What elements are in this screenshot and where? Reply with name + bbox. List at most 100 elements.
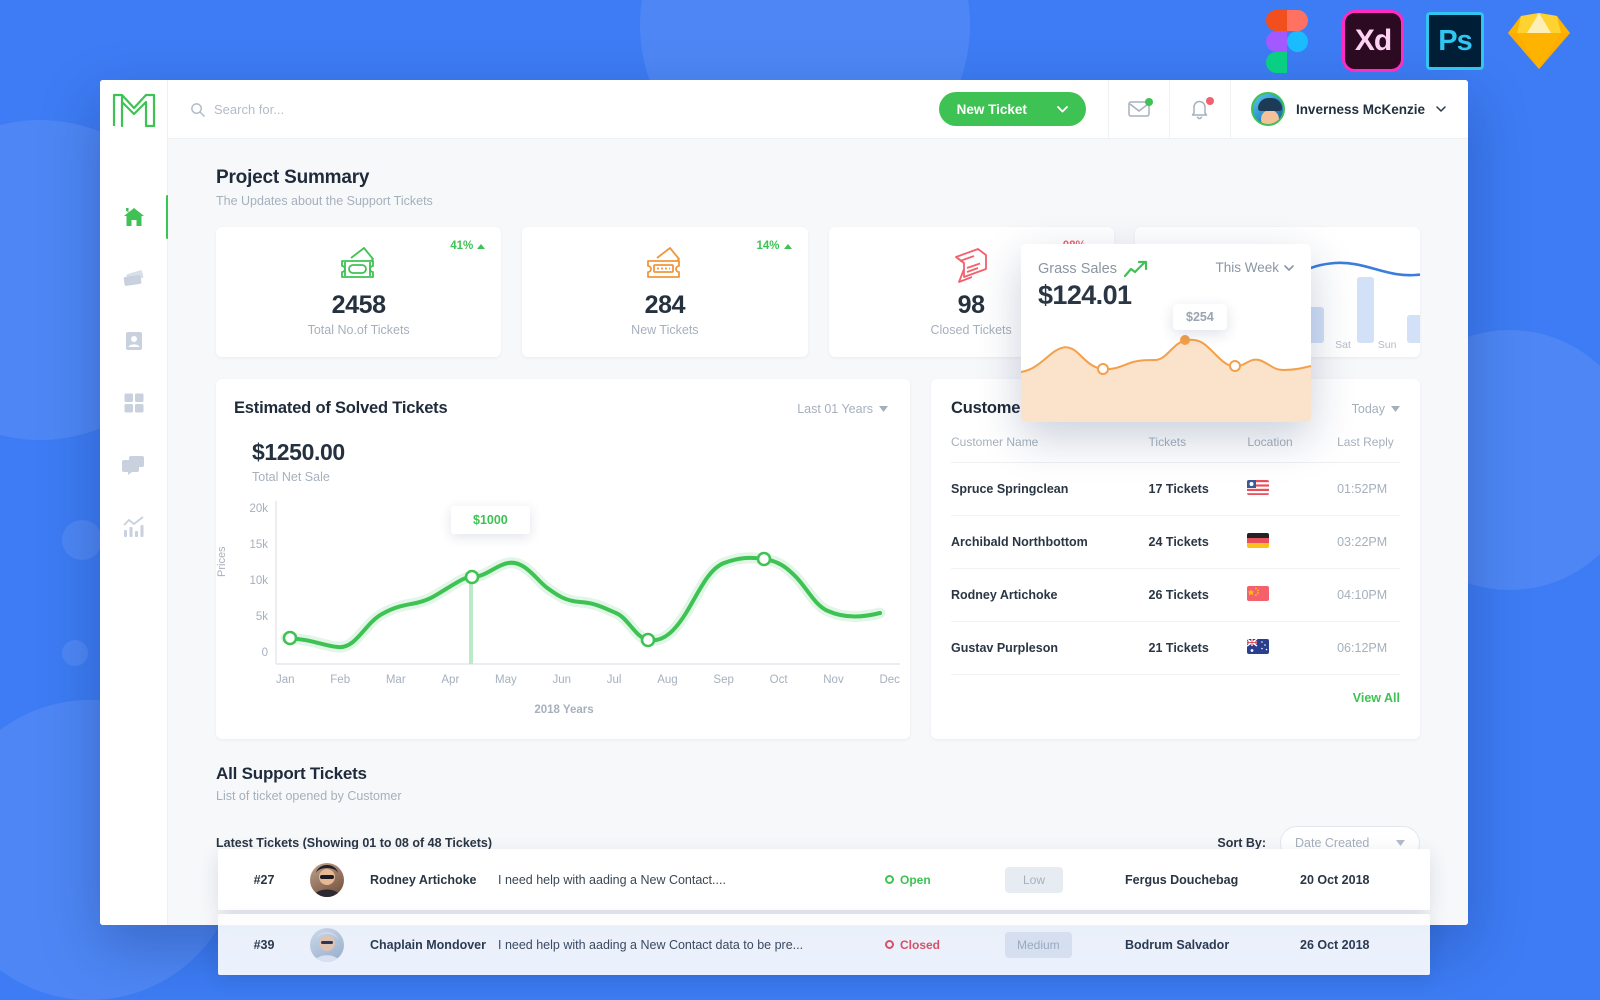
customers-range-dropdown[interactable]: Today (1352, 402, 1400, 416)
sidebar-item-analytics[interactable] (100, 511, 168, 543)
customer-name: Gustav Purpleson (951, 621, 1149, 675)
x-tick: Dec (879, 674, 900, 686)
content: Project Summary The Updates about the Su… (168, 139, 1468, 925)
stat-card-total-tickets[interactable]: 41% 2458 Total No.of Tickets (216, 227, 502, 357)
solved-tickets-panel: Estimated of Solved Tickets Last 01 Year… (216, 379, 910, 739)
customer-location (1247, 462, 1338, 516)
panel-title: Estimated of Solved Tickets (234, 399, 448, 417)
sort-label: Sort By: (1217, 836, 1266, 850)
stat-value: 2458 (331, 291, 386, 319)
avatar (1250, 92, 1285, 126)
table-row[interactable]: #39 Chaplain Mondover I need help with a… (218, 914, 1430, 975)
ticket-subject: I need help with aading a New Contact da… (498, 937, 804, 952)
search-box[interactable] (190, 101, 939, 117)
customer-name: Spruce Springclean (951, 462, 1149, 516)
avatar (310, 927, 344, 962)
user-name: Inverness McKenzie (1295, 101, 1425, 117)
table-row[interactable]: Archibald Northbottom 24 Tickets 03:22PM (951, 515, 1400, 569)
us-flag-icon (1247, 480, 1270, 495)
de-flag-icon (1247, 533, 1270, 548)
app-logo[interactable] (100, 80, 167, 139)
au-flag-icon (1247, 639, 1270, 654)
chart-tooltip: $1000 (451, 506, 530, 534)
stat-badge: 14% (756, 240, 792, 252)
sidebar-item-chat[interactable] (100, 449, 168, 481)
chevron-down-icon (1284, 264, 1294, 271)
mail-button[interactable] (1109, 80, 1169, 139)
overlay-range-label: This Week (1215, 260, 1279, 275)
table-row[interactable]: Rodney Artichoke 26 Tickets 04:10PM (951, 568, 1400, 622)
ticket-customer-name: Chaplain Mondover (370, 937, 486, 952)
figma-icon (1254, 8, 1320, 74)
mid-row: Estimated of Solved Tickets Last 01 Year… (216, 379, 1420, 739)
tickets-green-icon (335, 243, 383, 287)
solved-tickets-line-chart: Prices 20k 15k 10k 5k 0 $1000 Jan Feb Ma… (216, 489, 904, 716)
net-sale-label: Total Net Sale (252, 470, 330, 484)
tickets-orange-icon (641, 243, 689, 287)
x-tick: May (495, 674, 517, 686)
view-all-link[interactable]: View All (951, 691, 1400, 705)
stat-label: Total No.of Tickets (307, 323, 410, 337)
chevron-down-icon (1057, 105, 1068, 112)
chevron-down-icon (1391, 405, 1400, 412)
topbar: New Ticket (168, 80, 1468, 139)
range-label: Last 01 Years (797, 401, 873, 416)
app-window: New Ticket (100, 80, 1468, 925)
stat-badge: 41% (450, 240, 486, 252)
status-badge: Open (885, 873, 1005, 887)
customer-name: Archibald Northbottom (951, 515, 1149, 569)
arrow-up-icon (783, 243, 792, 249)
svg-text:15k: 15k (249, 539, 268, 551)
contacts-icon (125, 332, 142, 350)
table-header-row: Customer Name Tickets Location Last Repl… (951, 435, 1400, 463)
stat-label: Closed Tickets (930, 323, 1012, 337)
analytics-icon (122, 516, 144, 537)
overlay-title-row: Grass Sales (1038, 260, 1150, 278)
overlay-range-dropdown[interactable]: This Week (1215, 260, 1294, 275)
latest-tickets-label: Latest Tickets (Showing 01 to 08 of 48 T… (216, 836, 493, 850)
page-title: Project Summary The Updates about the Su… (216, 167, 1420, 208)
section-title: All Support Tickets (216, 764, 367, 783)
ticket-date: 26 Oct 2018 (1300, 937, 1370, 952)
col-customer-name: Customer Name (951, 435, 1149, 463)
table-row[interactable]: Gustav Purpleson 21 Tickets 06:12PM (951, 621, 1400, 675)
customers-table: Customer Name Tickets Location Last Repl… (951, 435, 1400, 675)
new-ticket-button[interactable]: New Ticket (938, 92, 1086, 126)
cn-flag-icon (1247, 586, 1270, 601)
customer-last-reply: 06:12PM (1337, 621, 1400, 675)
sidebar-item-contacts[interactable] (100, 325, 168, 357)
home-icon (123, 208, 144, 226)
x-tick: Nov (823, 674, 844, 686)
x-tick: Jul (606, 674, 622, 686)
ticket-subject: I need help with aading a New Contact...… (498, 872, 726, 887)
sidebar-item-home[interactable] (100, 195, 169, 239)
solved-range-dropdown[interactable]: Last 01 Years (797, 402, 888, 416)
logo-m-icon (112, 93, 155, 127)
stat-value: 284 (644, 291, 686, 319)
overlay-title: Grass Sales (1038, 261, 1117, 277)
section-subtitle: List of ticket opened by Customer (216, 789, 402, 803)
customer-tickets: 17 Tickets (1148, 462, 1248, 516)
trend-up-icon (1123, 260, 1148, 278)
x-tick: Apr (441, 674, 460, 686)
sidebar-item-apps[interactable] (100, 387, 168, 419)
customer-tickets: 26 Tickets (1148, 568, 1248, 622)
table-row[interactable]: Spruce Springclean 17 Tickets 01:52PM (951, 462, 1400, 516)
priority-badge: Low (1005, 866, 1063, 893)
new-ticket-label: New Ticket (956, 101, 1027, 117)
design-tool-icons: Xd Ps (1254, 8, 1572, 74)
notifications-button[interactable] (1170, 80, 1230, 139)
grass-sales-overlay-card[interactable]: Grass Sales This Week $124.01 $254 (1021, 244, 1311, 422)
sidebar-item-tickets[interactable] (100, 263, 168, 295)
search-input[interactable] (214, 101, 534, 117)
photoshop-icon: Ps (1426, 12, 1484, 70)
col-tickets: Tickets (1148, 435, 1248, 463)
status-dot-icon (885, 940, 894, 949)
ticket-id: #27 (253, 872, 275, 887)
stat-pct-value: 41% (450, 240, 474, 252)
ticket-avatar (310, 927, 370, 962)
user-menu[interactable]: Inverness McKenzie (1231, 80, 1468, 139)
customer-location (1247, 621, 1338, 675)
table-row[interactable]: #27 Rodney Artichoke I need help with aa… (218, 849, 1430, 910)
stat-card-new-tickets[interactable]: 14% 284 New Tickets (522, 227, 808, 357)
